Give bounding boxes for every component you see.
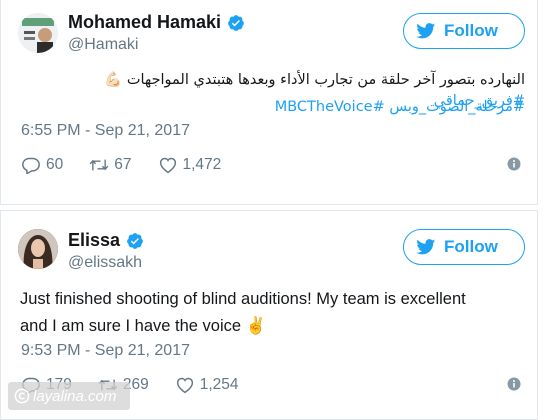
verified-badge-icon <box>228 14 244 31</box>
like-button[interactable]: 1,254 <box>175 376 239 394</box>
follow-button[interactable]: Follow <box>403 13 525 49</box>
tweet-timestamp[interactable]: 6:55 PM - Sep 21, 2017 <box>21 122 190 140</box>
reply-count: 60 <box>46 156 64 173</box>
victory-hand-emoji: ✌️ <box>245 317 267 335</box>
author-row: Elissa <box>68 230 144 251</box>
handle[interactable]: @elissakh <box>68 254 142 272</box>
avatar[interactable] <box>18 229 58 269</box>
tweet-text-line: and I am sure I have the voice ✌️ <box>20 313 523 340</box>
tweet-actions: 60 67 1,472 <box>21 154 521 176</box>
avatar[interactable] <box>18 13 58 53</box>
display-name[interactable]: Mohamed Hamaki <box>68 12 221 33</box>
display-name[interactable]: Elissa <box>68 230 120 251</box>
like-count: 1,254 <box>199 376 239 393</box>
hashtag-links[interactable]: #مرحلة_الصوت_وبس #MBCTheVoice <box>13 97 525 118</box>
info-icon[interactable] <box>507 377 521 391</box>
tweet-text: Just finished shooting of blind audition… <box>20 286 523 340</box>
handle[interactable]: @Hamaki <box>68 36 138 54</box>
info-icon[interactable] <box>507 157 521 171</box>
heart-icon <box>176 377 193 394</box>
tweet-timestamp[interactable]: 9:53 PM - Sep 21, 2017 <box>21 342 190 360</box>
like-button[interactable]: 1,472 <box>158 156 222 174</box>
tweet-text-part: and I am sure I have the voice <box>20 317 242 335</box>
retweet-count: 67 <box>114 156 132 173</box>
retweet-button[interactable]: 67 <box>89 156 132 174</box>
flexed-biceps-emoji: 💪🏻 <box>104 72 123 88</box>
like-count: 1,472 <box>182 156 222 173</box>
tweet-text: النهارده بتصور آخر حلقة من تجارب الأداء … <box>126 72 525 88</box>
follow-label: Follow <box>444 21 498 40</box>
tweet-card-hamaki: Mohamed Hamaki @Hamaki Follow النهارده ب… <box>0 0 538 205</box>
author-row: Mohamed Hamaki <box>68 12 245 33</box>
watermark-text: layalina.com <box>33 387 117 405</box>
twitter-bird-icon <box>416 23 436 39</box>
watermark: layalina.com <box>8 382 130 410</box>
retweet-icon <box>89 159 109 171</box>
copyright-icon <box>14 388 30 404</box>
reply-icon <box>22 157 40 174</box>
tweet-text-line: Just finished shooting of blind audition… <box>20 290 466 308</box>
verified-badge-icon <box>127 232 143 249</box>
twitter-bird-icon <box>416 239 436 255</box>
follow-label: Follow <box>444 237 498 256</box>
heart-icon <box>159 157 176 174</box>
follow-button[interactable]: Follow <box>403 229 525 265</box>
reply-button[interactable]: 60 <box>21 156 63 174</box>
